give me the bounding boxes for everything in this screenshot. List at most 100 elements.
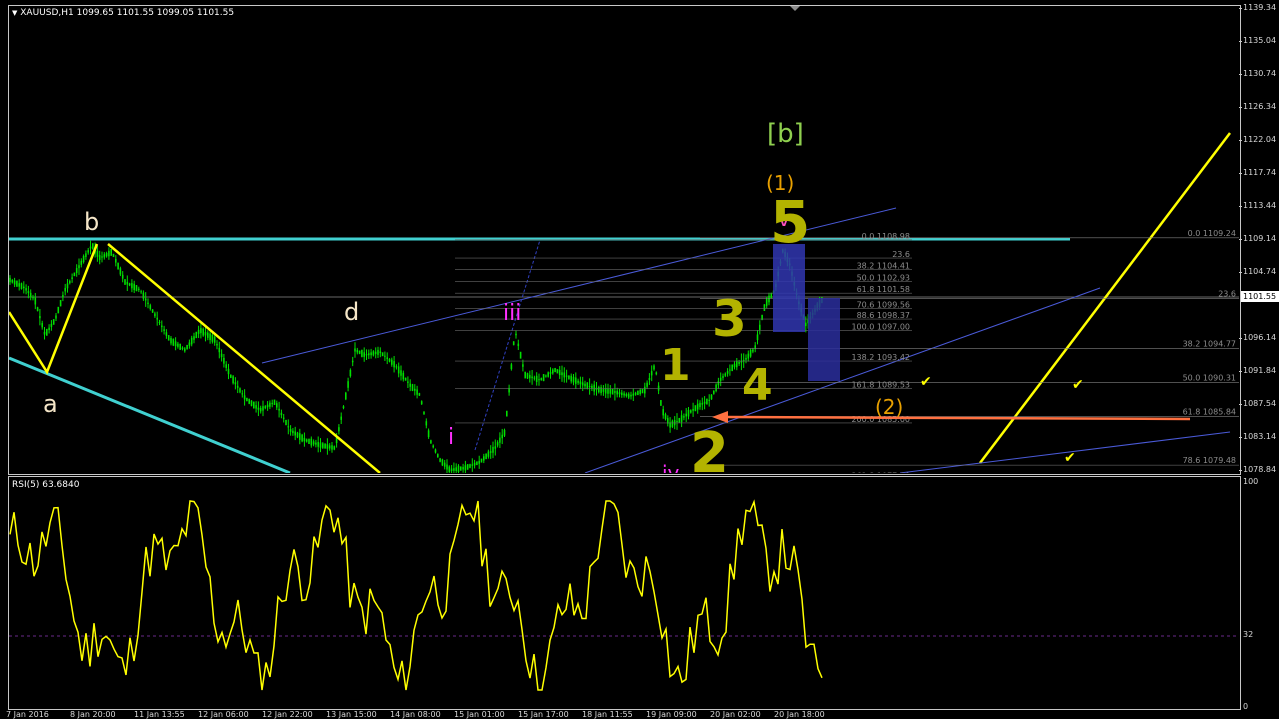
wave-label: b	[84, 208, 99, 236]
rsi-group	[9, 499, 1239, 691]
candle-body	[243, 395, 246, 400]
rsi-level-label: 32	[1243, 630, 1254, 639]
candle-body	[255, 405, 257, 409]
candle-body	[69, 280, 71, 284]
candle-body	[485, 453, 487, 460]
candle-body	[768, 295, 770, 303]
candle-body	[535, 375, 538, 383]
candle-body	[579, 381, 582, 385]
candle-body	[517, 343, 520, 347]
candle-body	[266, 404, 269, 408]
candle-body	[588, 386, 591, 388]
candle-body	[384, 355, 386, 357]
candle-body	[349, 369, 352, 377]
candle-body	[135, 285, 138, 292]
support-arrow-line	[724, 415, 1191, 421]
candle-body	[312, 441, 315, 445]
candle-body	[223, 357, 225, 364]
candle-body	[328, 445, 331, 449]
rsi-level-label: 0	[1243, 702, 1249, 711]
candle-body	[29, 292, 32, 297]
candle-body	[46, 328, 48, 336]
candle-body	[611, 388, 614, 395]
candle-body	[600, 387, 602, 394]
candle-body	[34, 297, 37, 305]
price-label: 1087.54	[1243, 398, 1277, 408]
candle-body	[418, 393, 421, 396]
candle-body	[696, 403, 699, 410]
candle-body	[480, 458, 483, 463]
candle-body	[142, 292, 145, 299]
candle-body	[59, 300, 62, 307]
candle-body	[450, 468, 453, 472]
candle-body	[519, 351, 522, 359]
candle-body	[623, 393, 625, 396]
candle-body	[729, 369, 731, 371]
candle-body	[561, 372, 563, 376]
scroll-marker-icon	[790, 6, 800, 11]
price-tick	[1239, 107, 1242, 109]
price-label: 1135.04	[1243, 35, 1277, 45]
dropdown-triangle-icon[interactable]: ▼	[12, 9, 17, 17]
candle-body	[236, 385, 239, 388]
symbol-label: XAUUSD,H1	[20, 8, 74, 18]
chart-canvas[interactable]: 0.0 1109.24 23.6 38.2 1094.77 50.0 1090.31 6…	[0, 0, 1279, 719]
candle-body	[246, 397, 248, 402]
candle-body	[632, 393, 635, 396]
candle-body	[55, 315, 57, 319]
candle-body	[207, 332, 209, 338]
candle-body	[609, 389, 612, 394]
check-mark-icon: ✔	[1064, 450, 1076, 466]
candle-body	[805, 322, 807, 327]
candle-body	[660, 400, 662, 406]
candle-body	[402, 372, 405, 380]
price-tick	[1239, 73, 1242, 75]
candle-body	[607, 388, 609, 394]
candle-body	[407, 381, 409, 383]
candle-body	[664, 414, 667, 420]
rsi-label: RSI(5) 63.6840	[12, 480, 80, 490]
fib-level-label: 23.6	[1218, 289, 1236, 298]
wave-label: 5	[770, 188, 810, 256]
candle-body	[462, 467, 464, 470]
candle-body	[9, 277, 11, 283]
candle-body	[699, 402, 701, 408]
candle-body	[726, 371, 729, 374]
candle-body	[280, 412, 283, 416]
candle-body	[614, 391, 616, 393]
price-label: 1122.04	[1243, 135, 1277, 145]
candle-body	[464, 465, 467, 471]
candle-body	[542, 374, 545, 382]
candle-body	[427, 430, 430, 438]
candle-body	[680, 415, 683, 423]
candle-body	[634, 392, 637, 395]
candle-body	[78, 265, 80, 269]
candle-body	[374, 351, 377, 355]
candle-body	[154, 313, 156, 317]
candle-body	[158, 321, 161, 324]
candle-body	[685, 413, 687, 417]
candle-body	[101, 256, 103, 258]
fib-level-label: 78.6 1079.48	[1183, 456, 1236, 465]
time-label: 7 Jan 2016	[6, 710, 49, 719]
candle-body	[234, 382, 237, 385]
candle-body	[552, 369, 554, 374]
candle-body	[287, 426, 290, 428]
candle-body	[515, 333, 517, 336]
candle-body	[331, 445, 333, 450]
candle-body	[531, 376, 533, 379]
candle-body	[250, 400, 253, 406]
candle-body	[144, 298, 147, 301]
candle-body	[466, 464, 469, 470]
wave-label: 2	[690, 421, 729, 486]
candle-body	[213, 336, 216, 343]
candle-body	[575, 377, 577, 384]
candle-body	[706, 398, 708, 405]
candle-body	[174, 341, 177, 347]
candle-body	[558, 369, 561, 376]
candle-body	[593, 384, 595, 392]
candle-body	[411, 384, 414, 391]
candle-body	[239, 388, 241, 393]
candle-body	[749, 350, 752, 357]
fib-level-label: 23.6	[892, 250, 910, 259]
